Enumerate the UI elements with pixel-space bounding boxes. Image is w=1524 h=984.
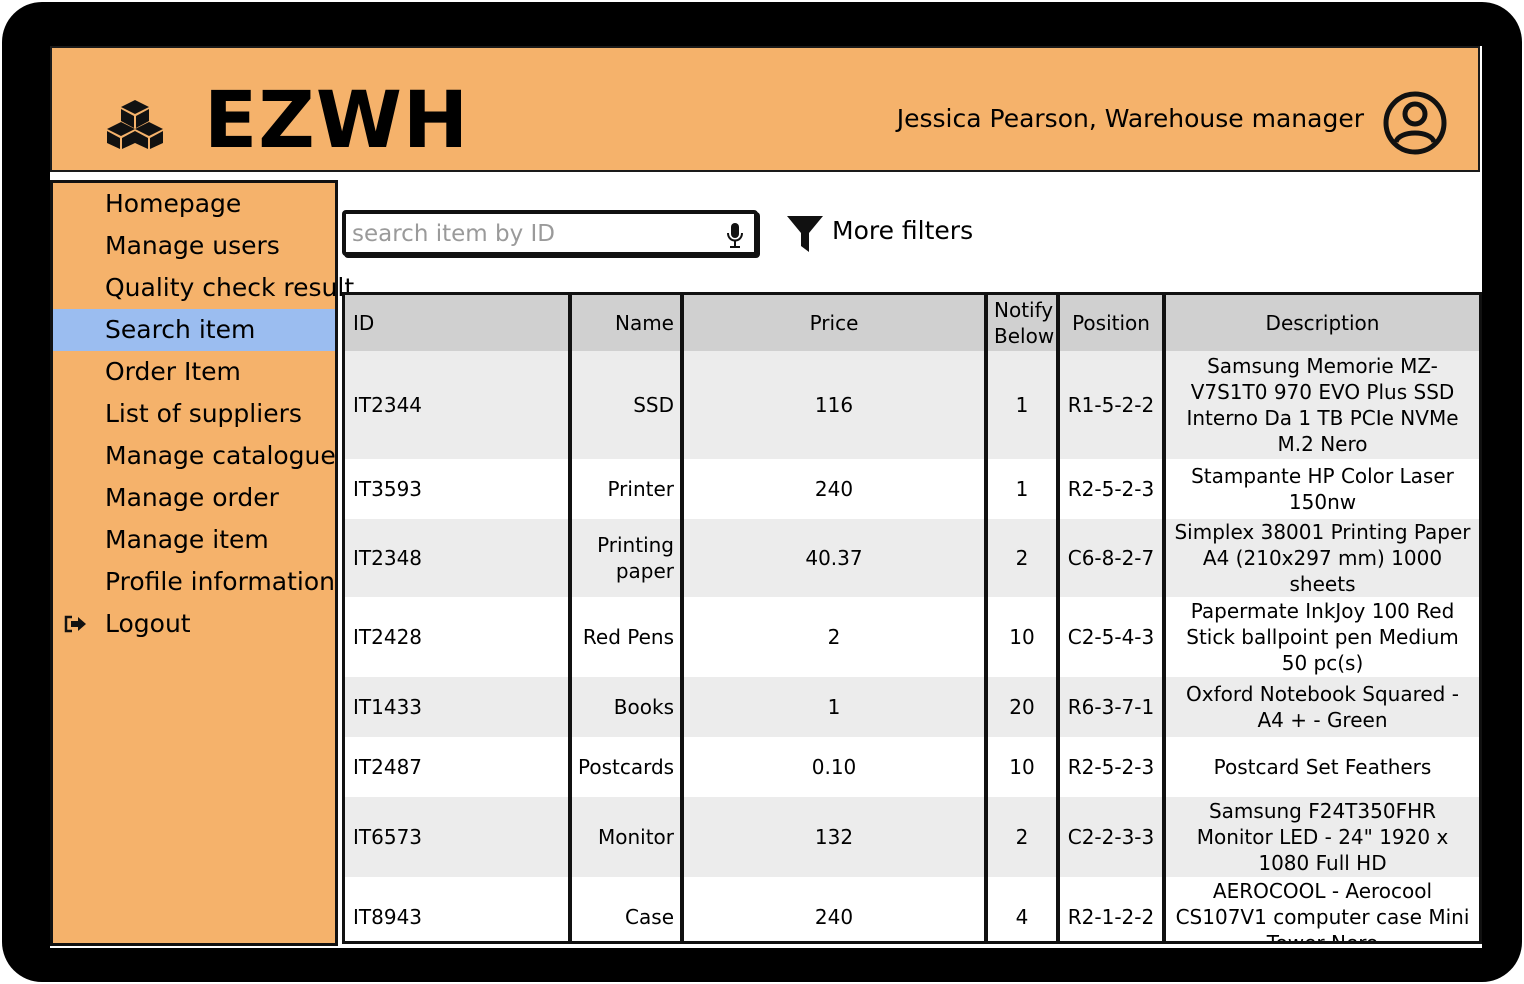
cell-name: Monitor [570,797,684,877]
cell-notify-below: 1 [986,459,1060,519]
sidebar-item-profile-information[interactable]: Profile information [53,561,335,603]
table-row[interactable]: IT2344 SSD 116 1 R1-5-2-2 Samsung Memori… [345,351,1479,459]
sidebar-item-list-of-suppliers[interactable]: List of suppliers [53,393,335,435]
cell-price: 2 [682,597,988,677]
cell-notify-below: 2 [986,797,1060,877]
cell-price: 0.10 [682,737,988,797]
table-row[interactable]: IT2487 Postcards 0.10 10 R2-5-2-3 Postca… [345,737,1479,797]
cell-notify-below: 1 [986,351,1060,459]
cell-id: IT2344 [345,351,572,459]
cell-id: IT2348 [345,519,572,597]
sidebar-item-logout[interactable]: Logout [53,603,335,645]
cell-price: 40.37 [682,519,988,597]
cell-notify-below: 4 [986,877,1060,941]
cell-description: Samsung Memorie MZ-V7S1T0 970 EVO Plus S… [1164,351,1479,459]
cell-id: IT1433 [345,677,572,737]
cell-name: Red Pens [570,597,684,677]
device-frame: EZWH Jessica Pearson, Warehouse manager … [2,2,1522,982]
cell-price: 240 [682,877,988,941]
app-screen: EZWH Jessica Pearson, Warehouse manager … [50,46,1482,948]
column-header-id[interactable]: ID [345,295,572,351]
sidebar-item-order-item[interactable]: Order Item [53,351,335,393]
table-row[interactable]: IT3593 Printer 240 1 R2-5-2-3 Stampante … [345,459,1479,519]
sidebar-item-homepage[interactable]: Homepage [53,183,335,225]
sidebar-nav: Homepage Manage users Quality check resu… [50,180,354,946]
column-header-description[interactable]: Description [1164,295,1479,351]
cell-description: Samsung F24T350FHR Monitor LED - 24" 192… [1164,797,1479,877]
cell-notify-below: 10 [986,737,1060,797]
sidebar-item-label: Logout [105,609,191,638]
cell-price: 132 [682,797,988,877]
cell-position: R6-3-7-1 [1058,677,1166,737]
cell-position: R2-5-2-3 [1058,459,1166,519]
cell-description: Postcard Set Feathers [1164,737,1479,797]
table-row[interactable]: IT8943 Case 240 4 R2-1-2-2 AEROCOOL - Ae… [345,877,1479,941]
cell-id: IT8943 [345,877,572,941]
sidebar-item-manage-order[interactable]: Manage order [53,477,335,519]
sidebar-item-search-item[interactable]: Search item [53,309,335,351]
cell-position: R2-1-2-2 [1058,877,1166,941]
cell-position: R2-5-2-3 [1058,737,1166,797]
cell-description: Oxford Notebook Squared - A4 + - Green [1164,677,1479,737]
cell-description: AEROCOOL - Aerocool CS107V1 computer cas… [1164,877,1479,941]
cell-name: Printer [570,459,684,519]
cell-description: Stampante HP Color Laser 150nw [1164,459,1479,519]
table-row[interactable]: IT2428 Red Pens 2 10 C2-5-4-3 Papermate … [345,597,1479,677]
sidebar-item-quality-check-result[interactable]: Quality check result [53,267,354,309]
cell-description: Papermate InkJoy 100 Red Stick ballpoint… [1164,597,1479,677]
app-title: EZWH [204,76,470,166]
cell-price: 1 [682,677,988,737]
logout-icon [64,615,86,633]
cell-name: Printing paper [570,519,684,597]
cell-price: 240 [682,459,988,519]
boxes-logo-icon [107,100,163,149]
column-header-name[interactable]: Name [570,295,684,351]
cell-notify-below: 10 [986,597,1060,677]
column-header-price[interactable]: Price [682,295,988,351]
cell-id: IT2487 [345,737,572,797]
cell-position: R1-5-2-2 [1058,351,1166,459]
cell-name: SSD [570,351,684,459]
column-header-position[interactable]: Position [1058,295,1166,351]
user-avatar-icon[interactable] [1382,90,1448,156]
cell-position: C6-8-2-7 [1058,519,1166,597]
sidebar-item-manage-item[interactable]: Manage item [53,519,335,561]
table-row[interactable]: IT2348 Printing paper 40.37 2 C6-8-2-7 S… [345,519,1479,597]
filter-icon [787,216,823,252]
table-row[interactable]: IT1433 Books 1 20 R6-3-7-1 Oxford Notebo… [345,677,1479,737]
sidebar-item-manage-users[interactable]: Manage users [53,225,335,267]
items-table: ID Name Price Notify Below Position Desc… [342,292,1482,944]
mic-icon[interactable] [726,221,744,249]
cell-id: IT2428 [345,597,572,677]
table-header-row: ID Name Price Notify Below Position Desc… [345,295,1479,351]
cell-position: C2-5-4-3 [1058,597,1166,677]
cell-notify-below: 20 [986,677,1060,737]
cell-description: Simplex 38001 Printing Paper A4 (210x297… [1164,519,1479,597]
cell-id: IT3593 [345,459,572,519]
cell-name: Case [570,877,684,941]
sidebar-item-manage-catalogue[interactable]: Manage catalogue [53,435,336,477]
cell-notify-below: 2 [986,519,1060,597]
cell-name: Books [570,677,684,737]
table-row[interactable]: IT6573 Monitor 132 2 C2-2-3-3 Samsung F2… [345,797,1479,877]
cell-name: Postcards [570,737,684,797]
cell-price: 116 [682,351,988,459]
header-bar: EZWH Jessica Pearson, Warehouse manager [50,46,1480,172]
user-name-role: Jessica Pearson, Warehouse manager [896,104,1364,133]
more-filters-label: More filters [832,216,974,245]
cell-position: C2-2-3-3 [1058,797,1166,877]
cell-id: IT6573 [345,797,572,877]
column-header-notify-below[interactable]: Notify Below [986,295,1060,351]
search-box [342,210,758,256]
search-input[interactable] [352,218,712,250]
